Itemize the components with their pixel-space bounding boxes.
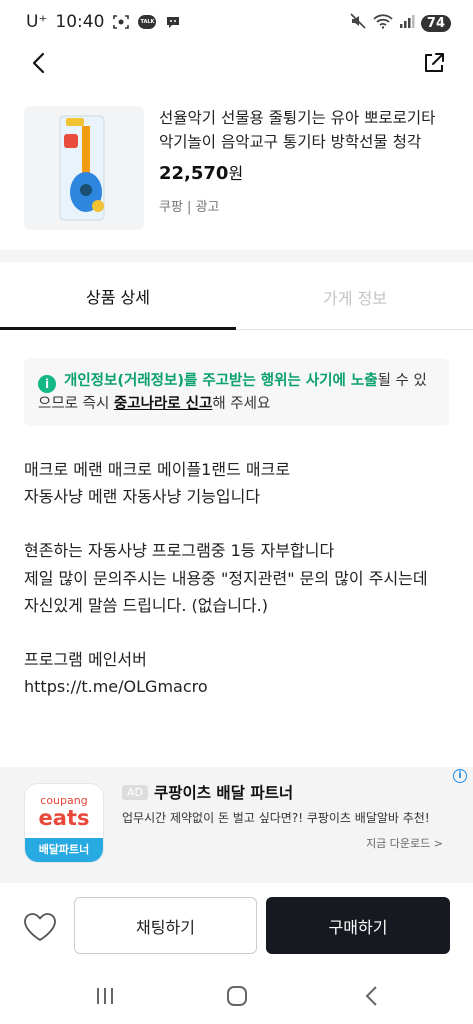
screenshot-icon	[112, 14, 130, 30]
ad-download-link[interactable]: 지금 다운로드 >	[366, 835, 443, 851]
description-line: 매크로 메랜 매크로 메이플1랜드 매크로	[24, 460, 291, 479]
ad-body: AD 쿠팡이츠 배달 파트너 업무시간 제약없이 돈 벌고 싶다면?! 쿠팡이츠 …	[122, 781, 452, 826]
back-arrow-icon	[365, 986, 377, 1006]
description-line: 프로그램 메인서버	[24, 650, 147, 670]
section-divider	[0, 250, 473, 262]
warning-tail: 해 주세요	[212, 396, 271, 412]
carrier-label: U⁺	[26, 12, 48, 32]
ad-info-icon[interactable]: i	[453, 769, 467, 783]
buy-button[interactable]: 구매하기	[266, 897, 450, 954]
info-icon: i	[38, 375, 56, 393]
share-button[interactable]	[419, 48, 449, 78]
battery-indicator: 74	[420, 14, 451, 32]
description-blank	[24, 510, 449, 537]
fraud-warning-notice: i 개인정보(거래정보)를 주고받는 행위는 사기에 노출될 수 있으므로 즉시 …	[24, 358, 449, 426]
tab-store-info[interactable]: 가게 정보	[237, 264, 473, 330]
product-info: 선율악기 선물용 줄튕기는 유아 뽀로로기타 악기놀이 음악교구 통기타 방학선…	[159, 106, 454, 215]
description-link[interactable]: https://t.me/OLGmacro	[24, 673, 449, 700]
ad-badge: AD	[122, 785, 148, 800]
bottom-action-bar: 채팅하기 구매하기	[0, 883, 473, 969]
product-price: 22,570원	[159, 160, 454, 184]
external-link-icon	[425, 53, 444, 72]
home-icon	[227, 986, 247, 1006]
price-unit: 원	[228, 164, 244, 183]
system-back-button[interactable]	[356, 983, 386, 1009]
ad-subtitle: 업무시간 제약없이 돈 벌고 싶다면?! 쿠팡이츠 배달알바 추천!	[122, 811, 430, 825]
heart-icon	[24, 913, 56, 941]
report-link[interactable]: 중고나라로 신고	[114, 396, 212, 412]
system-navigation-bar	[0, 969, 473, 1024]
description-blank	[24, 619, 449, 646]
product-source: 쿠팡 | 광고	[159, 200, 220, 215]
description-line: 자신있게 말씀 드립니다. (없습니다.)	[24, 595, 268, 615]
clock: 10:40	[55, 12, 105, 32]
status-right: 74	[349, 12, 451, 34]
coupang-eats-logo: coupang eats 배달파트너	[24, 783, 104, 863]
mute-icon	[349, 12, 367, 34]
wifi-icon	[373, 13, 393, 33]
logo-eats-text: eats	[38, 806, 90, 830]
home-button[interactable]	[222, 983, 252, 1009]
description-line: 제일 많이 문의주시는 내용중 "정지관련" 문의 많이 주시는데	[24, 568, 428, 588]
toy-guitar-image	[24, 106, 144, 230]
recent-apps-icon	[97, 988, 113, 1004]
price-value: 22,570	[159, 163, 229, 184]
product-description: 매크로 메랜 매크로 메이플1랜드 매크로 자동사냥 메랜 자동사냥 기능입니다…	[24, 456, 449, 700]
talk-notification-icon: TALK	[138, 15, 157, 29]
chat-button[interactable]: 채팅하기	[74, 897, 257, 954]
product-thumbnail[interactable]	[24, 106, 144, 230]
signal-icon	[399, 13, 415, 33]
back-button[interactable]	[24, 48, 54, 78]
recent-apps-button[interactable]	[90, 983, 120, 1009]
status-left: U⁺ 10:40 TALK	[26, 12, 182, 32]
ad-banner[interactable]: coupang eats 배달파트너 i AD 쿠팡이츠 배달 파트너 업무시간 …	[0, 767, 473, 883]
top-navigation	[0, 46, 473, 82]
warning-highlight: 개인정보(거래정보)를 주고받는 행위는 사기에 노출	[64, 373, 378, 389]
tab-product-detail[interactable]: 상품 상세	[0, 264, 236, 330]
chat-bubble-icon	[164, 14, 182, 30]
like-button[interactable]	[22, 911, 58, 943]
tab-bar: 상품 상세 가게 정보	[0, 264, 473, 330]
product-title: 선율악기 선물용 줄튕기는 유아 뽀로로기타 악기놀이 음악교구 통기타 방학선…	[159, 109, 436, 151]
logo-strip-text: 배달파트너	[25, 838, 103, 862]
chevron-left-icon	[32, 52, 45, 74]
status-bar: U⁺ 10:40 TALK 74	[0, 0, 473, 46]
ad-title: 쿠팡이츠 배달 파트너	[154, 784, 294, 802]
description-line: 자동사냥 메랜 자동사냥 기능입니다	[24, 487, 261, 507]
product-card[interactable]: 선율악기 선물용 줄튕기는 유아 뽀로로기타 악기놀이 음악교구 통기타 방학선…	[24, 106, 454, 230]
description-line: 현존하는 자동사냥 프로그램중 1등 자부합니다	[24, 541, 335, 561]
